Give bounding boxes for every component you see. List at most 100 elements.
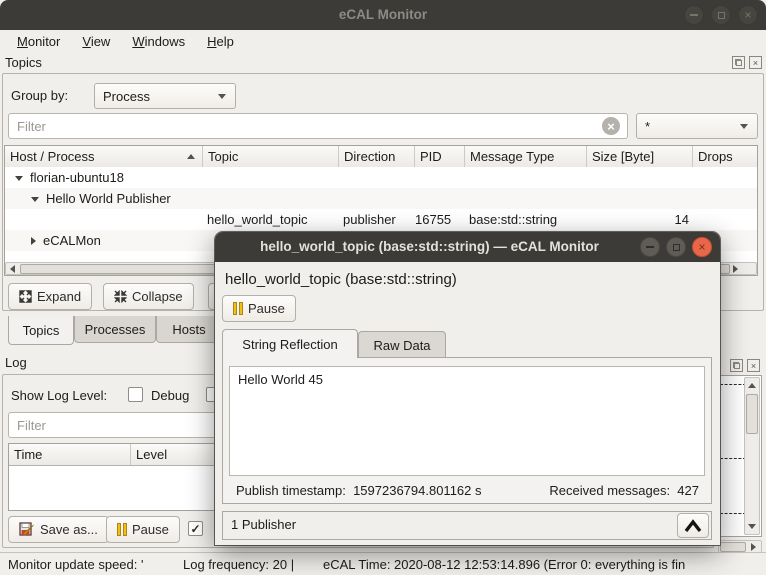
chevron-down-icon (740, 124, 748, 129)
right-dock-close-button[interactable]: × (747, 359, 760, 372)
dialog-minimize-button[interactable] (640, 237, 660, 257)
tab-label: Hosts (172, 322, 206, 337)
filter-column-combobox[interactable]: * (636, 113, 758, 139)
float-dock-icon-2 (734, 363, 740, 369)
collapse-label: Collapse (132, 289, 183, 304)
menubar: Monitor View Windows Help (0, 30, 766, 53)
dialog-titlebar[interactable]: hello_world_topic (base:std::string) — e… (215, 232, 720, 262)
minimize-button[interactable] (684, 5, 704, 25)
group-by-combobox[interactable]: Process (94, 83, 236, 109)
menu-monitor[interactable]: Monitor (6, 32, 71, 51)
right-dock-panel (718, 375, 762, 537)
checkmark-icon: ✓ (190, 521, 201, 536)
save-as-button[interactable]: Save as... (8, 516, 109, 543)
chevron-down-icon (218, 94, 226, 99)
ecal-monitor-window: eCAL Monitor × Monitor View Windows Help… (0, 0, 766, 575)
expand-button[interactable]: Expand (8, 283, 93, 310)
scroll-left-icon[interactable] (10, 265, 15, 273)
group-by-label: Group by: (11, 88, 69, 103)
status-bar: Monitor update speed: ' Log frequency: 2… (0, 552, 766, 575)
sort-ascending-icon (187, 154, 195, 159)
message-textbox[interactable]: Hello World 45 (229, 366, 705, 476)
tab-topics[interactable]: Topics (8, 316, 74, 345)
scrollbar-thumb[interactable] (720, 542, 746, 552)
column-header-message-type[interactable]: Message Type (465, 146, 587, 167)
maximize-button[interactable] (711, 5, 731, 25)
debug-label: Debug (151, 388, 190, 403)
close-icon: × (698, 240, 706, 254)
pause-icon (117, 523, 127, 536)
table-row-host[interactable]: florian-ubuntu18 (5, 167, 757, 188)
close-button[interactable]: × (738, 5, 758, 25)
minimize-icon (646, 246, 654, 248)
tab-string-reflection[interactable]: String Reflection (222, 329, 358, 358)
column-header-host-process[interactable]: Host / Process (5, 146, 203, 167)
dialog-close-button[interactable]: × (692, 237, 712, 257)
collapse-button[interactable]: Collapse (103, 283, 194, 310)
menu-windows-label: indows (144, 34, 186, 49)
topic-cell: hello_world_topic (207, 212, 308, 227)
scrollbar-thumb[interactable] (746, 394, 758, 434)
tab-raw-data[interactable]: Raw Data (358, 331, 446, 358)
debug-checkbox[interactable] (128, 387, 143, 402)
column-label: Drops (698, 149, 733, 164)
column-label: PID (420, 149, 442, 164)
tab-label: String Reflection (242, 337, 338, 352)
column-header-size[interactable]: Size [Byte] (587, 146, 693, 167)
topics-dock-float-button[interactable] (732, 56, 745, 69)
column-label: Level (136, 447, 168, 462)
publish-timestamp-label: Publish timestamp: (236, 483, 346, 498)
tree-collapsed-icon[interactable] (31, 237, 36, 245)
dialog-heading: hello_world_topic (base:std::string) (225, 271, 457, 288)
pause-label: Pause (132, 522, 169, 537)
column-header-direction[interactable]: Direction (339, 146, 415, 167)
tab-label: Processes (84, 322, 146, 337)
tab-hosts[interactable]: Hosts (156, 316, 222, 343)
menu-view[interactable]: View (71, 32, 121, 51)
column-header-topic[interactable]: Topic (203, 146, 339, 167)
filter-clear-button[interactable]: × (602, 117, 620, 135)
topics-filter-input[interactable] (8, 113, 628, 139)
tab-processes[interactable]: Processes (74, 316, 156, 343)
size-cell: 14 (674, 212, 689, 227)
autoscroll-checkbox[interactable]: ✓ (188, 521, 203, 536)
dashed-separator (720, 458, 746, 459)
topics-dock-close-button[interactable]: × (749, 56, 762, 69)
column-header-pid[interactable]: PID (415, 146, 465, 167)
dock-close-icon: × (750, 360, 757, 371)
expand-label: Expand (37, 289, 82, 304)
scroll-up-icon[interactable] (748, 383, 756, 388)
scroll-down-icon[interactable] (748, 524, 756, 529)
chevron-up-icon (684, 518, 702, 532)
log-pause-button[interactable]: Pause (106, 516, 180, 543)
scroll-right-icon[interactable] (751, 543, 756, 551)
pid-cell: 16755 (415, 212, 452, 227)
window-title: eCAL Monitor (338, 7, 428, 22)
tab-content-pane: Hello World 45 Publish timestamp: 159723… (222, 357, 712, 504)
topics-dock-title: Topics (5, 55, 42, 70)
expand-publisher-list-button[interactable] (677, 513, 709, 538)
tab-label: Raw Data (373, 338, 431, 353)
menu-monitor-mnemonic: M (17, 34, 28, 49)
menu-windows-mnemonic: W (132, 34, 145, 49)
tree-expanded-icon[interactable] (31, 197, 39, 202)
main-titlebar[interactable]: eCAL Monitor × (0, 0, 766, 30)
menu-help[interactable]: Help (196, 32, 245, 51)
dialog-pause-button[interactable]: Pause (222, 295, 296, 322)
tree-expanded-icon[interactable] (15, 176, 23, 181)
column-header-time[interactable]: Time (9, 444, 131, 465)
scroll-right-icon[interactable] (733, 265, 738, 273)
publish-timestamp: Publish timestamp: 1597236794.801162 s (236, 483, 482, 498)
monitor-update-speed: Monitor update speed: ' (8, 557, 144, 572)
table-row-process[interactable]: Hello World Publisher (5, 188, 757, 209)
float-dock-icon-2 (736, 60, 742, 66)
filter-column-value: * (645, 118, 651, 134)
menu-windows[interactable]: Windows (121, 32, 196, 51)
dialog-maximize-button[interactable] (666, 237, 686, 257)
column-header-drops[interactable]: Drops (693, 146, 753, 167)
right-dock-float-button[interactable] (730, 359, 743, 372)
right-vertical-scrollbar[interactable] (744, 377, 760, 535)
topic-reflection-dialog: hello_world_topic (base:std::string) — e… (215, 232, 720, 545)
clear-icon: × (607, 118, 615, 134)
table-row-topic[interactable]: hello_world_topic publisher 16755 base:s… (5, 209, 757, 230)
